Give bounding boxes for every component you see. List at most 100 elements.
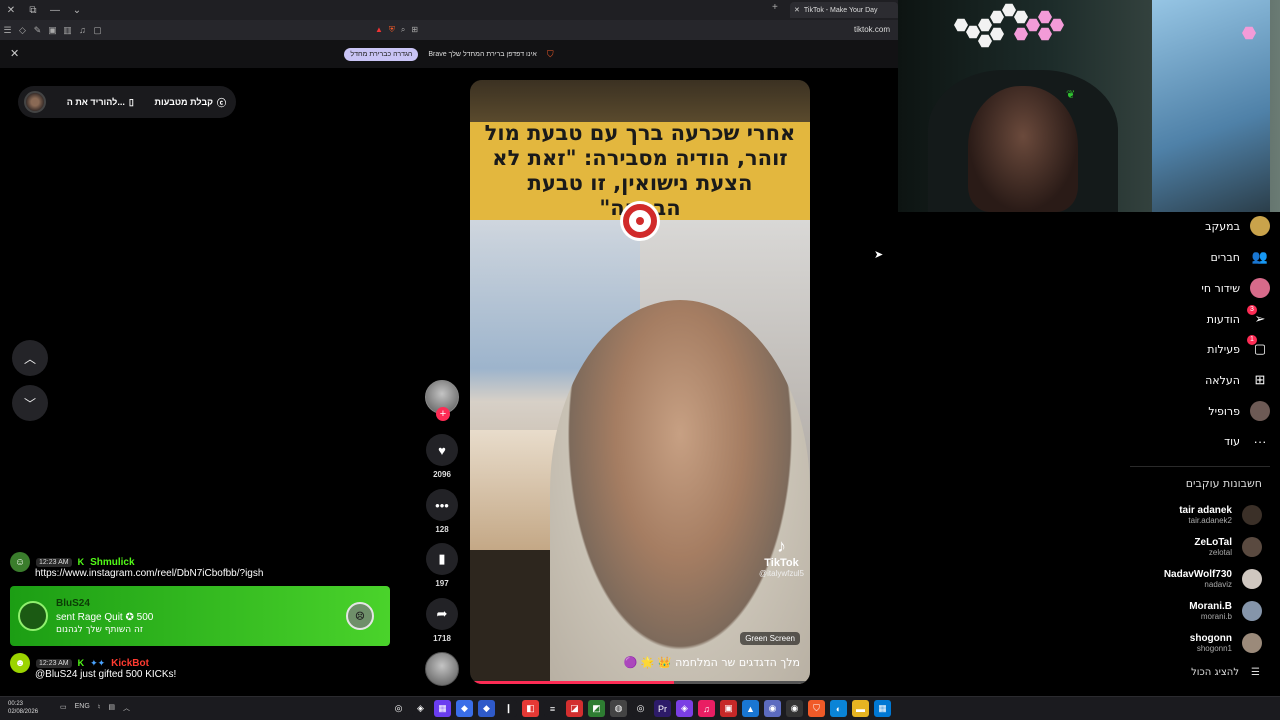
sidebar-item[interactable]: עוד ··· [1130,430,1270,452]
account-name: NadavWolf730 [1163,569,1232,580]
network-icon[interactable]: ▤ [108,703,115,713]
share-count: 1718 [433,634,451,643]
sidebar-icon[interactable]: ▥ [60,25,75,36]
like-button[interactable]: ♥ 2096 [424,434,460,479]
taskbar-app-icon[interactable]: ♫ [698,700,715,717]
follow-plus-icon[interactable]: + [436,407,450,421]
taskbar-clock[interactable]: 00:23 02/08/2026 [8,700,38,716]
sidebar-item[interactable]: הודעות ➢ 3 [1130,305,1270,330]
hex-light-icon [954,18,968,32]
share-button[interactable]: ➦ 1718 [424,598,460,643]
watermark-username: @italywfzul5 [758,569,804,578]
hex-light-icon [1026,18,1040,32]
history-icon[interactable]: ▢ [90,25,105,36]
gift-amount: 500 [136,612,154,623]
bookmark-icon[interactable]: ⊞ [411,25,418,34]
close-window-icon[interactable]: ✕ [0,5,22,16]
close-icon[interactable]: ✕ [10,47,19,60]
new-tab-button[interactable]: + [772,2,778,13]
following-account[interactable]: Morani.B morani.b [1130,597,1262,625]
taskbar-app-icon[interactable]: ◆ [456,700,473,717]
tabs-icon[interactable]: ▣ [45,25,60,36]
taskbar-folder-icon[interactable]: ▬ [852,700,869,717]
previous-video-button[interactable]: ︿ [12,340,48,376]
next-video-button[interactable]: ﹀ [12,385,48,421]
minimize-icon[interactable]: — [44,5,66,16]
taskbar-app-icon[interactable]: ◩ [588,700,605,717]
taskbar-app-icon[interactable]: ◍ [610,700,627,717]
sidebar-item[interactable]: העלאה ⊞ [1130,369,1270,391]
brave-shield-icon[interactable]: ⛨ [389,25,395,35]
taskbar-cortana-icon[interactable]: ◈ [412,700,429,717]
download-app-button[interactable]: להוריד את ה... ▯ [67,97,134,108]
sidebar-item-label: פרופיל [1208,404,1240,418]
rewards-icon[interactable]: ▲ [375,25,383,34]
music-disc[interactable] [424,652,460,686]
set-default-button[interactable]: הגדרה כברירת מחדל [344,47,419,61]
sidebar-item-label: פעילות [1207,342,1240,356]
taskbar-app-icon[interactable]: ≡ [544,700,561,717]
url-text[interactable]: tiktok.com [854,25,890,34]
sidebar-item[interactable]: חברים 👥 [1130,246,1270,268]
following-account[interactable]: shogonn shogonn1 [1130,629,1262,657]
copy-icon[interactable]: ⧉ [22,5,44,16]
taskbar-app-icon[interactable]: Pr [654,700,671,717]
following-account[interactable]: NadavWolf730 nadaviz [1130,565,1262,593]
taskbar-app-icon[interactable]: ▣ [720,700,737,717]
taskbar-store-icon[interactable]: ▦ [874,700,891,717]
taskbar-app-icon[interactable]: ▲ [742,700,759,717]
sidebar-item[interactable]: שידור חי [1130,277,1270,299]
taskbar-app-icon[interactable]: ◈ [676,700,693,717]
taskbar-brave-icon[interactable]: ⛉ [808,700,825,717]
extensions-icon[interactable]: ✎ [30,25,45,36]
user-avatar[interactable] [24,91,46,113]
search-icon[interactable]: ⌕ [401,25,405,35]
language-indicator[interactable]: ENG [75,703,90,713]
taskbar-app-icon[interactable]: ▦ [434,700,451,717]
save-button[interactable]: ▮ 197 [424,543,460,588]
comment-button[interactable]: ••• 128 [424,489,460,534]
account-names: Morani.B morani.b [1189,601,1232,621]
close-tab-icon[interactable]: ✕ [794,6,800,14]
target-icon [623,204,657,238]
sidebar-item[interactable]: פרופיל [1130,400,1270,422]
video-progress-bar[interactable] [470,681,810,684]
profile-icon [1250,401,1270,421]
music-icon[interactable]: ♫ [75,25,90,35]
taskbar-app-icon[interactable]: ◆ [478,700,495,717]
browser-tab-bar: ✕ ⧉ — ⌄ + ✕ TikTok - Make Your Day [0,0,898,20]
following-account[interactable]: ZeLoTal zelotal [1130,533,1262,561]
taskbar-chrome-icon[interactable]: ◉ [786,700,803,717]
taskbar-edge-icon[interactable]: ◐ [830,700,847,717]
sidebar-item[interactable]: פעילות ▢ 1 [1130,335,1270,360]
creator-avatar[interactable]: + [424,380,460,421]
chat-username: KickBot [111,657,149,669]
monitor-icon[interactable]: ▭ [60,703,67,713]
chevron-down-icon: ﹀ [23,396,36,411]
following-account[interactable]: tair adanek tair.adanek2 [1130,501,1262,529]
chevron-down-icon[interactable]: ⌄ [66,5,88,16]
account-name: Morani.B [1189,601,1232,612]
taskbar-app-icon[interactable]: ◉ [764,700,781,717]
green-screen-label[interactable]: Green Screen [740,632,800,645]
heart-icon: ♥ [426,434,458,466]
video-player[interactable]: אחרי שכרעה ברך עם טבעת מול זוהר, הודיה מ… [470,80,810,684]
taskbar-app-icon[interactable]: ◎ [632,700,649,717]
taskbar-start-icon[interactable]: ◎ [390,700,407,717]
browser-tab[interactable]: ✕ TikTok - Make Your Day [790,2,898,18]
microphone-icon[interactable]: ♮ [98,703,101,713]
menu-icon[interactable]: ☰ [0,25,15,36]
sidebar-item[interactable]: במעקב [1130,215,1270,237]
hex-light-icon [1002,3,1016,17]
taskbar-app-icon[interactable]: ❙ [500,700,517,717]
get-coins-button[interactable]: קבלת מטבעות ⓒ [155,96,226,109]
creator-avatar-image: + [425,380,459,421]
chevron-up-icon[interactable]: ︿ [123,703,130,713]
shield-icon[interactable]: ◇ [15,25,30,36]
taskbar-app-icon[interactable]: ◪ [566,700,583,717]
video-caption[interactable]: מלך הדגדגים שר המלחמה 👑 🌟 🟣 [624,656,800,669]
comment-icon: ••• [426,489,458,521]
hex-light-icon [1050,18,1064,32]
taskbar-app-icon[interactable]: ◧ [522,700,539,717]
show-all-button[interactable]: להציג הכול ☰ [1130,667,1260,678]
